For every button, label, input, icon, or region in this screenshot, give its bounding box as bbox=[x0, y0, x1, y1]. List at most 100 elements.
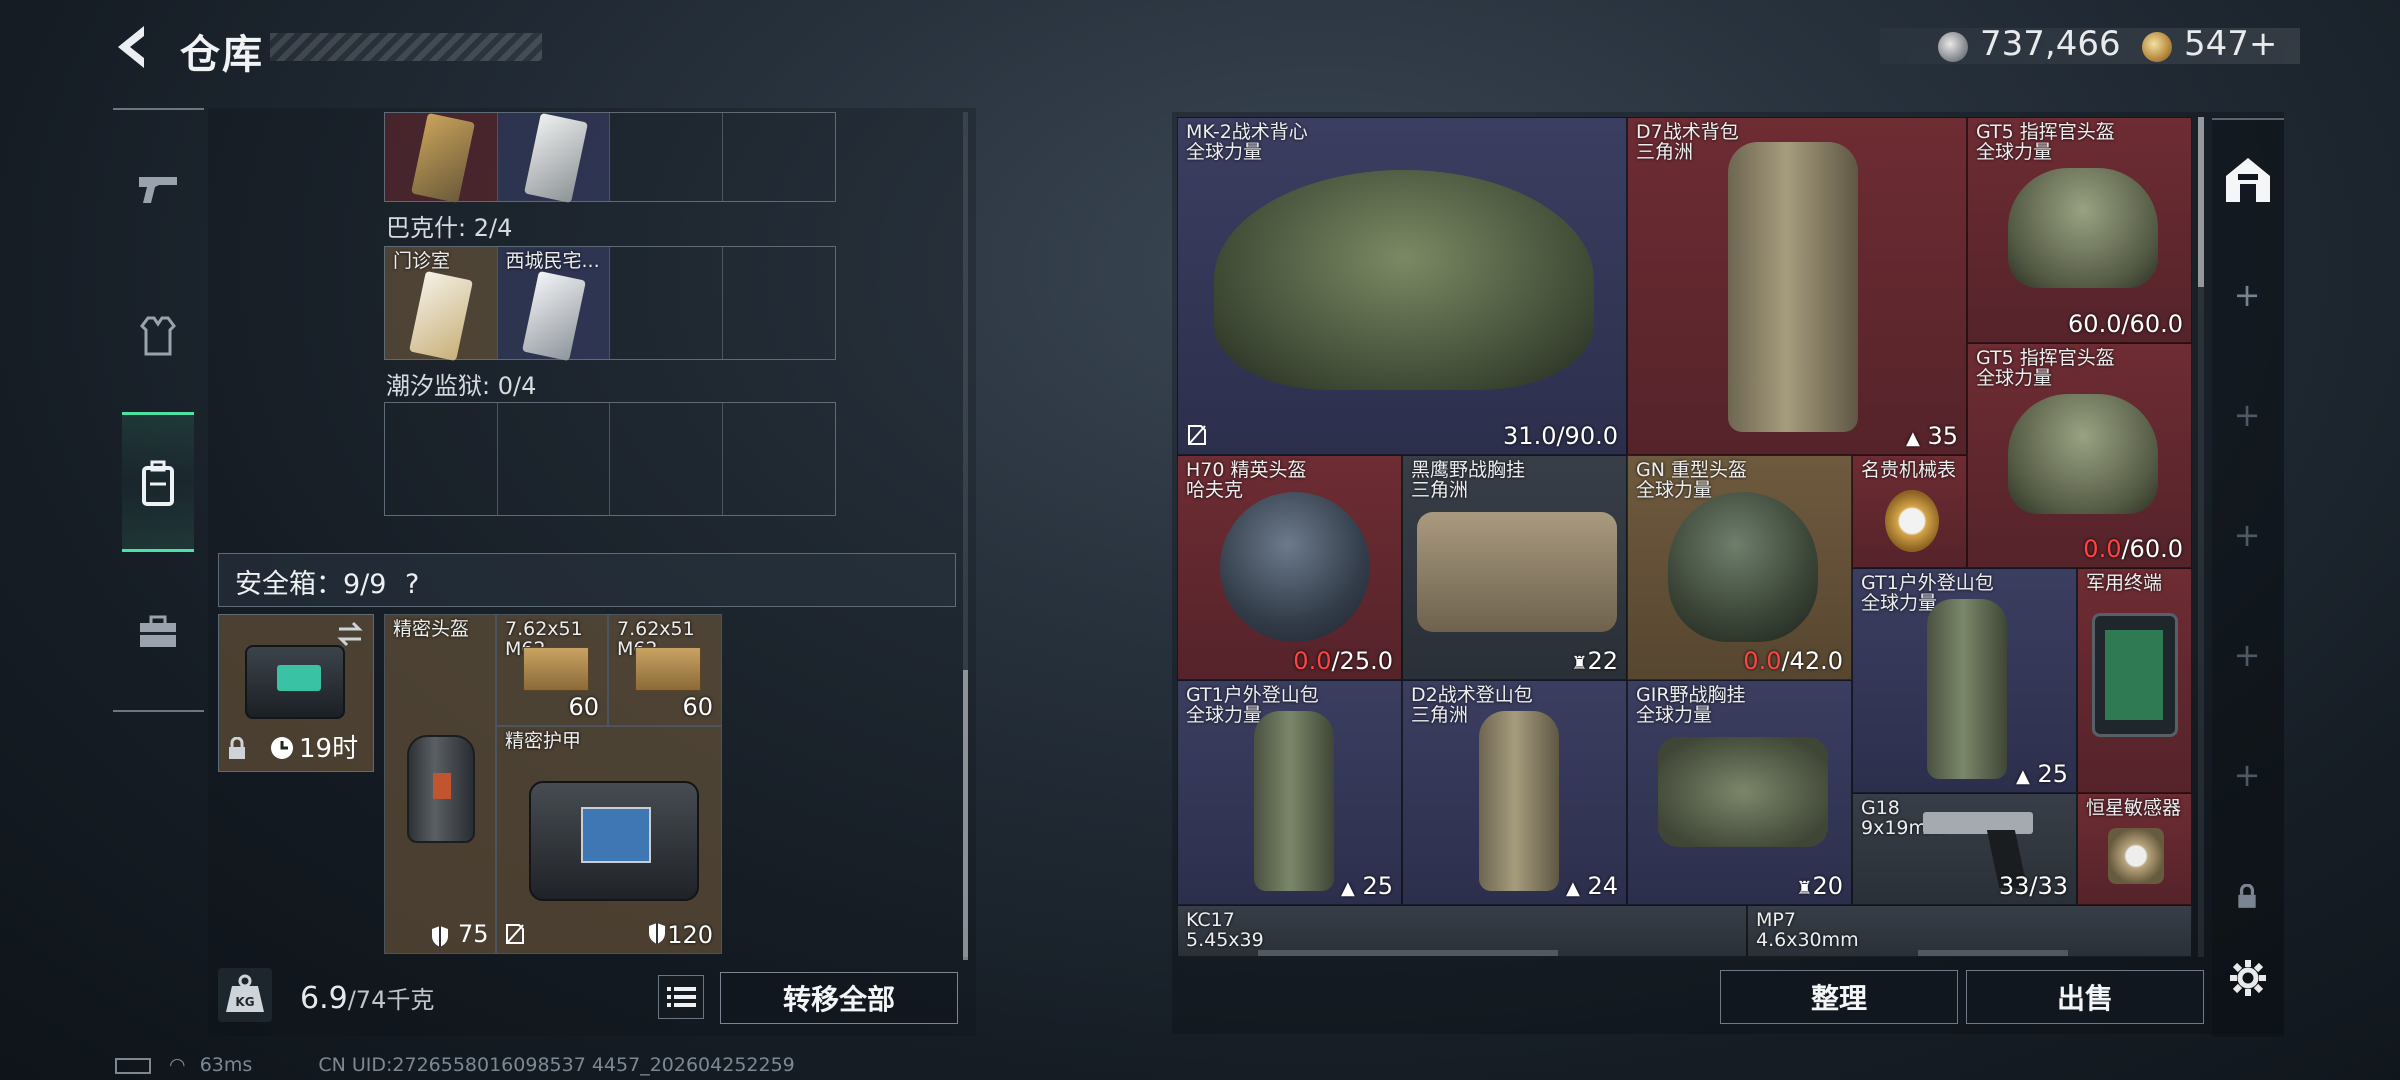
durability-value: 60.0/60.0 bbox=[2068, 310, 2183, 338]
add-storage-tab-plus-icon[interactable]: + bbox=[2232, 396, 2262, 434]
item-d7-backpack[interactable]: D7战术背包 三角洲 ▲ 35 bbox=[1627, 117, 1967, 455]
add-currency-icon[interactable]: + bbox=[2249, 24, 2278, 64]
safe-box-label: 安全箱：9/9 bbox=[235, 569, 387, 600]
add-storage-tab-plus-icon[interactable]: + bbox=[2232, 756, 2262, 794]
back-button[interactable] bbox=[110, 22, 154, 72]
capacity-value: 24 bbox=[1587, 872, 1618, 900]
key-card-slot[interactable]: 门诊室 bbox=[385, 247, 498, 362]
currency-gold[interactable]: 547+ bbox=[2184, 24, 2277, 64]
item-gt5-helmet-2[interactable]: GT5 指挥官头盔 全球力量 0.0/60.0 bbox=[1967, 343, 2192, 568]
item-gt1-pack-2[interactable]: GT1户外登山包 全球力量 ▲ 25 bbox=[1177, 680, 1402, 905]
key-card-slot[interactable]: 西城民宅... bbox=[497, 247, 610, 362]
lock-icon bbox=[229, 737, 245, 759]
currency-silver: 737,466 bbox=[1980, 24, 2121, 64]
key-card-slot[interactable] bbox=[497, 112, 610, 204]
key-card-label: 西城民宅... bbox=[505, 250, 600, 272]
item-military-terminal[interactable]: 军用终端 bbox=[2077, 568, 2192, 793]
left-scrollbar-thumb[interactable] bbox=[963, 670, 968, 960]
nav-weapons[interactable] bbox=[122, 152, 194, 224]
item-name: MK-2战术背心 bbox=[1186, 121, 1308, 143]
backpack-small-icon: ▲ bbox=[1905, 428, 1920, 449]
item-mk2-vest[interactable]: MK-2战术背心 全球力量 31.0/90.0 bbox=[1177, 117, 1627, 455]
add-storage-tab-plus-icon[interactable]: + bbox=[2232, 276, 2262, 314]
rig-image bbox=[1417, 512, 1617, 632]
item-name: D2战术登山包 bbox=[1411, 684, 1533, 706]
empty-slot[interactable] bbox=[723, 113, 836, 201]
ammo-box-image bbox=[635, 647, 701, 691]
weight-icon-box: KG bbox=[218, 968, 272, 1022]
item-mp7[interactable]: MP7 4.6x30mm bbox=[1747, 905, 2192, 957]
add-storage-tab-plus-icon[interactable]: + bbox=[2232, 636, 2262, 674]
capacity-value: 22 bbox=[1587, 647, 1618, 675]
clock-icon bbox=[271, 737, 293, 759]
durability-zero: 0.0 bbox=[1293, 647, 1332, 675]
item-ammo-762-1[interactable]: 7.62x51 M62 60 bbox=[496, 614, 608, 726]
item-d2-pack[interactable]: D2战术登山包 三角洲 ▲ 24 bbox=[1402, 680, 1627, 905]
nav-storage-active[interactable] bbox=[122, 412, 194, 552]
weight-value: 6.9 bbox=[300, 981, 348, 1016]
helmet-marking bbox=[433, 773, 451, 799]
item-name: GT1户外登山包 bbox=[1861, 572, 1994, 594]
item-g18-pistol[interactable]: G18 9x19mm 33/33 bbox=[1852, 793, 2077, 905]
nav-equipment[interactable] bbox=[122, 300, 194, 372]
backpack-image bbox=[1728, 142, 1858, 432]
item-ammo-762-2[interactable]: 7.62x51 M62 60 bbox=[608, 614, 722, 726]
sort-button[interactable]: 整理 bbox=[1720, 970, 1958, 1024]
empty-slot[interactable] bbox=[610, 403, 723, 515]
empty-slot[interactable] bbox=[610, 247, 723, 359]
page-title: 仓库 bbox=[180, 32, 264, 78]
item-name: 军用终端 bbox=[2086, 572, 2163, 594]
nav-divider-bottom bbox=[113, 710, 204, 712]
sell-button[interactable]: 出售 bbox=[1966, 970, 2204, 1024]
vest-small-icon: ♜ bbox=[1796, 878, 1813, 899]
storage-tab-home[interactable] bbox=[2214, 146, 2282, 214]
item-gt5-helmet-1[interactable]: GT5 指挥官头盔 全球力量 60.0/60.0 bbox=[1967, 117, 2192, 343]
safe-box-card[interactable]: 19时 bbox=[218, 614, 374, 772]
item-kc17[interactable]: KC17 5.45x39 bbox=[1177, 905, 1747, 957]
nav-toolbox[interactable] bbox=[122, 596, 194, 668]
settings-gear-icon[interactable] bbox=[2226, 956, 2270, 1000]
rig-image bbox=[1658, 737, 1828, 847]
item-count: 60 bbox=[682, 693, 713, 721]
item-name: 黑鹰野战胸挂 bbox=[1411, 459, 1526, 481]
empty-slot[interactable] bbox=[723, 403, 836, 515]
item-precision-armor[interactable]: 精密护甲 120 bbox=[496, 726, 722, 954]
item-blackhawk-rig[interactable]: 黑鹰野战胸挂 三角洲 ♜22 bbox=[1402, 455, 1627, 680]
backpack-image bbox=[1254, 711, 1334, 891]
empty-slot[interactable] bbox=[385, 403, 498, 515]
capacity-value: 35 bbox=[1927, 422, 1958, 450]
item-luxury-watch[interactable]: 名贵机械表 bbox=[1852, 455, 1967, 568]
item-name: 名贵机械表 bbox=[1861, 459, 1957, 481]
item-gir-rig[interactable]: GIR野战胸挂 全球力量 ♜20 bbox=[1627, 680, 1852, 905]
transfer-all-button[interactable]: 转移全部 bbox=[720, 972, 958, 1024]
vest-image bbox=[1214, 170, 1594, 390]
helmet-image bbox=[407, 735, 475, 843]
item-gt1-pack-1[interactable]: GT1户外登山包 全球力量 ▲ 25 bbox=[1852, 568, 2077, 793]
item-h70-helmet[interactable]: H70 精英头盔 哈夫克 0.0/25.0 bbox=[1177, 455, 1402, 680]
item-name: 精密头盔 bbox=[393, 618, 470, 640]
status-bar: ◠ 63ms CN UID:2726558016098537 4457_2026… bbox=[115, 1054, 795, 1076]
item-star-sensor[interactable]: 恒星敏感器 bbox=[2077, 793, 2192, 905]
item-name: KC17 bbox=[1186, 909, 1235, 931]
list-view-button[interactable] bbox=[658, 975, 704, 1019]
backpack-icon bbox=[142, 460, 174, 506]
item-faction: 三角洲 bbox=[1411, 479, 1469, 501]
shield-icon bbox=[432, 926, 448, 947]
weight-capacity: /74千克 bbox=[347, 986, 435, 1014]
empty-slot[interactable] bbox=[723, 247, 836, 359]
swap-icon[interactable] bbox=[335, 621, 365, 647]
empty-slot[interactable] bbox=[610, 113, 723, 201]
lock-icon[interactable] bbox=[2236, 884, 2258, 910]
item-precision-helmet[interactable]: 精密头盔 bbox=[384, 614, 496, 954]
item-caliber: 4.6x30mm bbox=[1756, 929, 1859, 951]
add-storage-tab-plus-icon[interactable]: + bbox=[2232, 516, 2262, 554]
key-card-slot[interactable] bbox=[385, 112, 498, 204]
item-label: GT5 指挥官头盔 全球力量 bbox=[1976, 122, 2115, 162]
item-name: 精密护甲 bbox=[505, 730, 582, 752]
section-label-prison: 潮汐监狱: 0/4 bbox=[386, 372, 537, 400]
durability: 60.0/60.0 bbox=[2068, 310, 2183, 338]
empty-slot[interactable] bbox=[498, 403, 610, 515]
right-scrollbar-thumb[interactable] bbox=[2198, 117, 2204, 287]
item-gn-heavy-helmet[interactable]: GN 重型头盔 全球力量 0.0/42.0 bbox=[1627, 455, 1852, 680]
help-icon[interactable]: ? bbox=[405, 569, 419, 600]
